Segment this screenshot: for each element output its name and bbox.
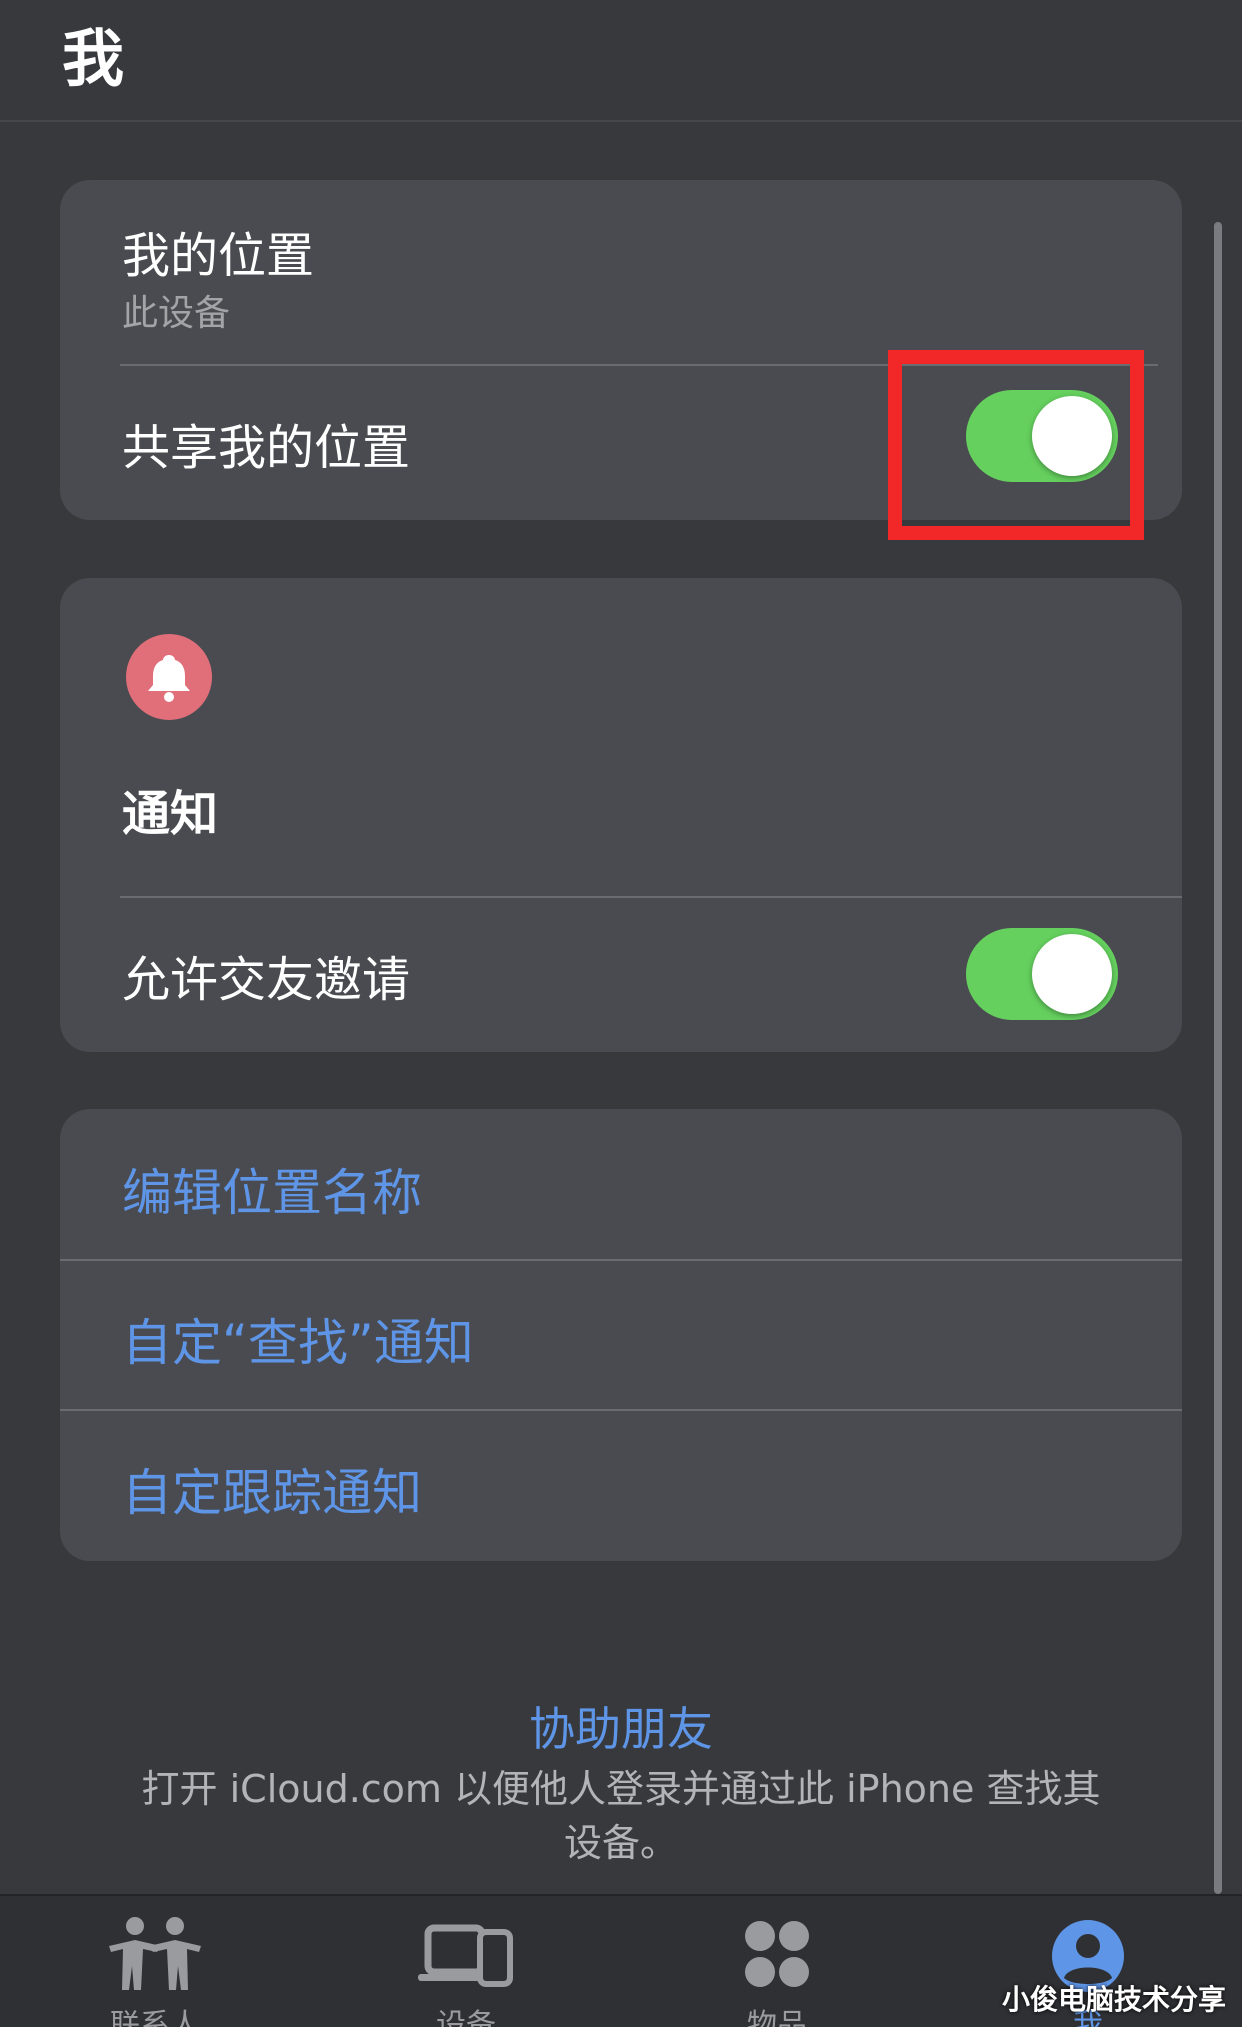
nav-header: 我 (0, 0, 1242, 122)
page-title: 我 (62, 22, 126, 95)
help-friend-description: 打开 iCloud.com 以便他人登录并通过此 iPhone 查找其设备。 (141, 1767, 1101, 1865)
people-icon (109, 1917, 201, 1990)
tab-devices[interactable]: 设备 (366, 1896, 566, 2027)
share-location-label: 共享我的位置 (122, 420, 411, 476)
notifications-card: 通知 允许交友邀请 (60, 578, 1182, 1052)
tab-items[interactable]: 物品 (677, 1896, 877, 2027)
scrollbar[interactable] (1214, 222, 1222, 1894)
custom-tracking-notifications-row[interactable]: 自定跟踪通知 (60, 1411, 1182, 1561)
help-friend-link[interactable]: 协助朋友 (0, 1693, 1242, 1759)
allow-friend-requests-row: 允许交友邀请 (60, 898, 1182, 1052)
custom-find-notifications-row[interactable]: 自定“查找”通知 (60, 1261, 1182, 1409)
tab-people-label: 联系人 (110, 2008, 200, 2027)
tab-items-label: 物品 (747, 2008, 807, 2027)
toggle-knob (1032, 934, 1112, 1014)
my-location-row: 我的位置 此设备 (60, 180, 1182, 364)
notification-badge (126, 634, 212, 720)
custom-find-notifications-link[interactable]: 自定“查找”通知 (122, 1303, 474, 1375)
my-location-title: 我的位置 (122, 228, 315, 284)
find-my-me-screen: 我 我的位置 此设备 共享我的位置 通知 允许交友邀请 编辑位置名称 自定“查找… (0, 0, 1242, 2027)
allow-friend-requests-toggle[interactable] (966, 928, 1118, 1020)
tab-devices-label: 设备 (436, 2008, 496, 2027)
highlight-box (888, 350, 1144, 540)
edit-location-name-link[interactable]: 编辑位置名称 (122, 1153, 422, 1225)
devices-icon (418, 1924, 513, 1987)
bell-icon (148, 655, 190, 702)
tab-people[interactable]: 联系人 (55, 1896, 255, 2027)
items-icon (745, 1921, 809, 1987)
edit-location-name-row[interactable]: 编辑位置名称 (60, 1109, 1182, 1259)
watermark: 小俊电脑技术分享 (1001, 1983, 1226, 2016)
allow-friend-requests-label: 允许交友邀请 (122, 952, 411, 1008)
custom-tracking-notifications-link[interactable]: 自定跟踪通知 (122, 1453, 422, 1525)
notifications-title: 通知 (122, 786, 219, 842)
settings-links-card: 编辑位置名称 自定“查找”通知 自定跟踪通知 (60, 1109, 1182, 1561)
my-location-subtitle: 此设备 (122, 293, 231, 334)
